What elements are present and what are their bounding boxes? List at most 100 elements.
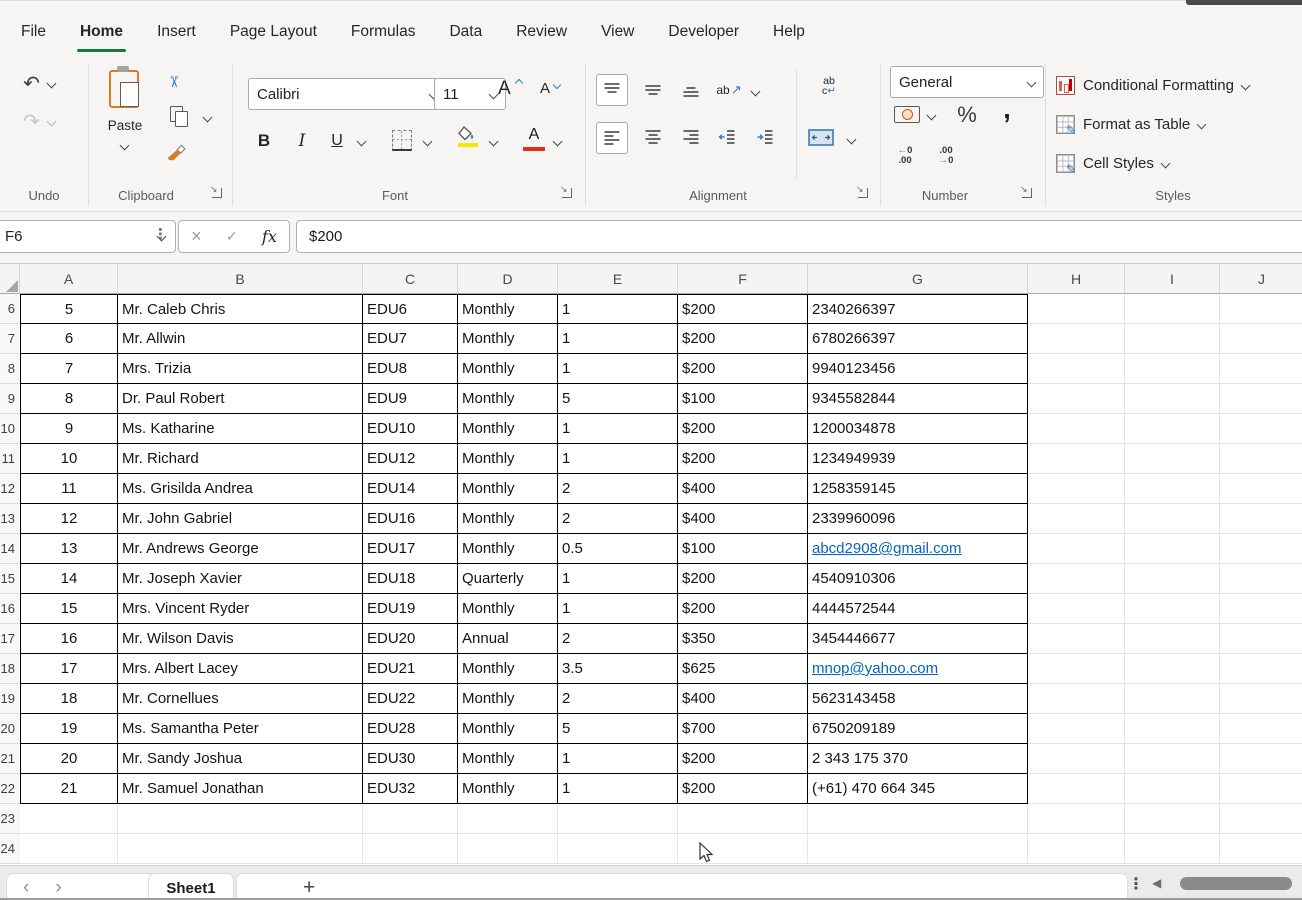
decrease-font-size-button[interactable]: A — [540, 80, 570, 108]
clipboard-dialog-launcher[interactable]: ↘ — [212, 188, 222, 198]
cell-A19[interactable]: 18 — [20, 684, 118, 714]
cell-F10[interactable]: $200 — [678, 414, 808, 444]
column-header-I[interactable]: I — [1125, 264, 1220, 294]
cell-J8[interactable] — [1220, 354, 1302, 384]
cell-H13[interactable] — [1028, 504, 1125, 534]
cell-D15[interactable]: Quarterly — [458, 564, 558, 594]
cell-G9[interactable]: 9345582844 — [808, 384, 1028, 414]
sheet-options-icon[interactable]: ⋮ — [1128, 874, 1144, 894]
cell-E24[interactable] — [558, 834, 678, 864]
row-header-21[interactable]: 21 — [0, 744, 20, 774]
font-dialog-launcher[interactable]: ↘ — [562, 188, 572, 198]
cell-J6[interactable] — [1220, 294, 1302, 324]
cell-F8[interactable]: $200 — [678, 354, 808, 384]
cell-C8[interactable]: EDU8 — [363, 354, 458, 384]
cell-E19[interactable]: 2 — [558, 684, 678, 714]
cell-I8[interactable] — [1125, 354, 1220, 384]
sheet-tab-sheet1[interactable]: Sheet1 — [148, 873, 234, 900]
increase-indent-button[interactable] — [750, 122, 780, 152]
cell-I21[interactable] — [1125, 744, 1220, 774]
cell-J12[interactable] — [1220, 474, 1302, 504]
cell-D9[interactable]: Monthly — [458, 384, 558, 414]
format-as-table-button[interactable]: ✎ Format as Table — [1056, 111, 1205, 137]
cell-D18[interactable]: Monthly — [458, 654, 558, 684]
cell-G13[interactable]: 2339960096 — [808, 504, 1028, 534]
cell-D14[interactable]: Monthly — [458, 534, 558, 564]
cell-C17[interactable]: EDU20 — [363, 624, 458, 654]
align-left-button[interactable] — [596, 122, 628, 154]
cell-F23[interactable] — [678, 804, 808, 834]
cell-B16[interactable]: Mrs. Vincent Ryder — [118, 594, 363, 624]
cell-A7[interactable]: 6 — [20, 324, 118, 354]
column-header-D[interactable]: D — [458, 264, 558, 294]
cell-A17[interactable]: 16 — [20, 624, 118, 654]
row-header-22[interactable]: 22 — [0, 774, 20, 804]
cell-B17[interactable]: Mr. Wilson Davis — [118, 624, 363, 654]
cell-H16[interactable] — [1028, 594, 1125, 624]
cell-B21[interactable]: Mr. Sandy Joshua — [118, 744, 363, 774]
enter-icon[interactable]: ✓ — [226, 228, 238, 245]
cell-C21[interactable]: EDU30 — [363, 744, 458, 774]
cell-J14[interactable] — [1220, 534, 1302, 564]
cell-H12[interactable] — [1028, 474, 1125, 504]
row-header-8[interactable]: 8 — [0, 354, 20, 384]
alignment-dialog-launcher[interactable]: ↘ — [858, 188, 868, 198]
cell-H14[interactable] — [1028, 534, 1125, 564]
row-header-11[interactable]: 11 — [0, 444, 20, 474]
row-header-9[interactable]: 9 — [0, 384, 20, 414]
cell-H8[interactable] — [1028, 354, 1125, 384]
cell-A22[interactable]: 21 — [20, 774, 118, 804]
cell-H17[interactable] — [1028, 624, 1125, 654]
cell-I11[interactable] — [1125, 444, 1220, 474]
cell-G24[interactable] — [808, 834, 1028, 864]
row-header-15[interactable]: 15 — [0, 564, 20, 594]
cell-J9[interactable] — [1220, 384, 1302, 414]
cell-D17[interactable]: Annual — [458, 624, 558, 654]
cell-J24[interactable] — [1220, 834, 1302, 864]
hyperlink[interactable]: abcd2908@gmail.com — [812, 540, 961, 557]
menu-tab-review[interactable]: Review — [499, 8, 584, 56]
cell-A16[interactable]: 15 — [20, 594, 118, 624]
cell-F6[interactable]: $200 — [678, 294, 808, 324]
cell-J18[interactable] — [1220, 654, 1302, 684]
cell-E13[interactable]: 2 — [558, 504, 678, 534]
cell-A11[interactable]: 10 — [20, 444, 118, 474]
select-all-corner[interactable] — [0, 264, 20, 294]
cell-D6[interactable]: Monthly — [458, 294, 558, 324]
decrease-decimal-button[interactable]: .00 →0 — [930, 146, 962, 166]
align-center-button[interactable] — [638, 122, 668, 152]
paste-button[interactable]: Paste — [101, 66, 149, 162]
menu-tab-help[interactable]: Help — [756, 8, 822, 56]
number-dialog-launcher[interactable]: ↘ — [1022, 188, 1032, 198]
cell-G6[interactable]: 2340266397 — [808, 294, 1028, 324]
cell-A15[interactable]: 14 — [20, 564, 118, 594]
cell-D22[interactable]: Monthly — [458, 774, 558, 804]
menu-tab-file[interactable]: File — [4, 8, 63, 56]
cell-I15[interactable] — [1125, 564, 1220, 594]
add-sheet-button[interactable]: + — [303, 876, 315, 900]
formula-bar-divider-icon[interactable]: ⋮ — [153, 225, 168, 243]
cell-D12[interactable]: Monthly — [458, 474, 558, 504]
accounting-format-button[interactable] — [894, 106, 920, 123]
cell-E15[interactable]: 1 — [558, 564, 678, 594]
cell-H21[interactable] — [1028, 744, 1125, 774]
cell-B9[interactable]: Dr. Paul Robert — [118, 384, 363, 414]
column-header-G[interactable]: G — [808, 264, 1028, 294]
cell-J13[interactable] — [1220, 504, 1302, 534]
cell-F19[interactable]: $400 — [678, 684, 808, 714]
cell-C22[interactable]: EDU32 — [363, 774, 458, 804]
cell-I18[interactable] — [1125, 654, 1220, 684]
cell-C7[interactable]: EDU7 — [363, 324, 458, 354]
column-header-B[interactable]: B — [118, 264, 363, 294]
menu-tab-insert[interactable]: Insert — [140, 8, 213, 56]
cell-E20[interactable]: 5 — [558, 714, 678, 744]
cell-B13[interactable]: Mr. John Gabriel — [118, 504, 363, 534]
cell-B19[interactable]: Mr. Cornellues — [118, 684, 363, 714]
cell-H20[interactable] — [1028, 714, 1125, 744]
row-header-18[interactable]: 18 — [0, 654, 20, 684]
cell-A8[interactable]: 7 — [20, 354, 118, 384]
row-header-17[interactable]: 17 — [0, 624, 20, 654]
cell-E12[interactable]: 2 — [558, 474, 678, 504]
cell-G18[interactable]: mnop@yahoo.com — [808, 654, 1028, 684]
cell-A9[interactable]: 8 — [20, 384, 118, 414]
